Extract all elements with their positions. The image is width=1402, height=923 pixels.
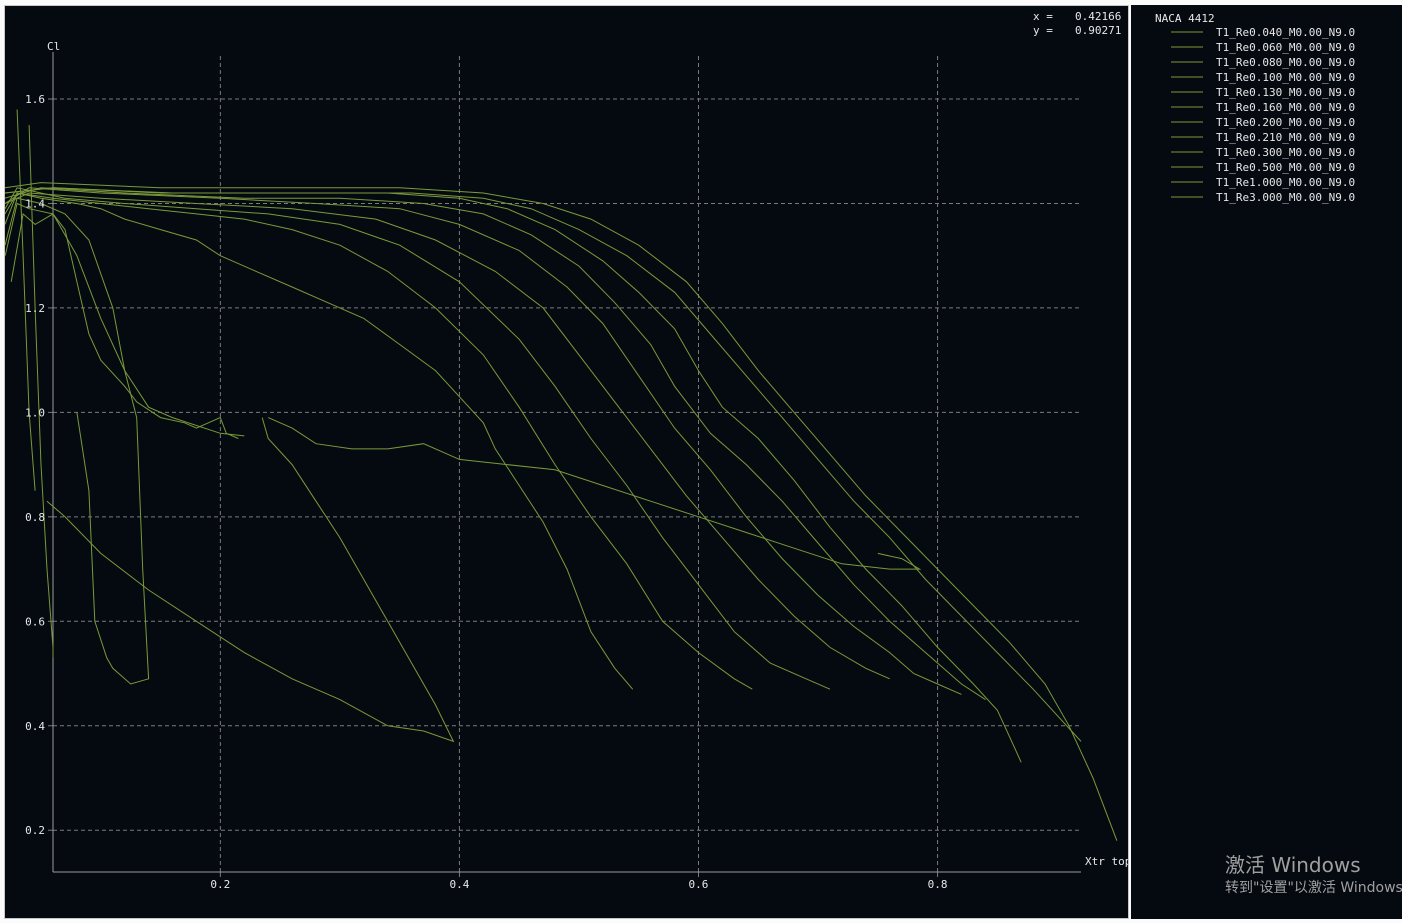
cursor-x-value: 0.42166 — [1075, 10, 1121, 23]
plot-panel[interactable]: 0.2 0.4 0.6 0.8 0.2 0.4 0.6 0.8 1.0 1.2 1.4 1.6 Cl Xt… — [4, 5, 1129, 919]
cursor-y-label: y = — [1033, 24, 1053, 37]
x-tick-label: 0.2 — [210, 878, 230, 891]
cursor-x-label: x = — [1033, 10, 1053, 23]
watermark-line1: 激活 Windows — [1225, 853, 1361, 877]
y-tick-label: 1.4 — [25, 197, 45, 210]
polar-curve — [46, 417, 455, 743]
legend-entry-label: T1_Re0.080_M0.00_N9.0 — [1216, 56, 1355, 69]
polar-curve — [5, 187, 1022, 763]
legend-entry-label: T1_Re3.000_M0.00_N9.0 — [1216, 191, 1355, 204]
x-axis-label: Xtr top — [1085, 855, 1129, 868]
polar-curve — [5, 197, 150, 685]
legend-entry-label: T1_Re0.160_M0.00_N9.0 — [1216, 101, 1355, 114]
polar-curve — [5, 202, 245, 437]
legend-title: NACA 4412 — [1155, 12, 1215, 25]
chart[interactable]: 0.2 0.4 0.6 0.8 0.2 0.4 0.6 0.8 1.0 1.2 1.4 1.6 Cl Xt… — [5, 6, 1129, 919]
axes-layer — [48, 52, 1081, 877]
activation-watermark: 激活 Windows 转到"设置"以激活 Windows。 — [1225, 852, 1402, 898]
polar-curve — [10, 212, 239, 439]
legend-entry-label: T1_Re0.040_M0.00_N9.0 — [1216, 26, 1355, 39]
y-tick-label: 0.6 — [25, 615, 45, 628]
cursor-readout: x = 0.42166 y = 0.90271 — [1033, 10, 1121, 37]
polar-curve — [5, 192, 634, 690]
curve-layer — [5, 109, 1118, 841]
legend-entry-label: T1_Re1.000_M0.00_N9.0 — [1216, 176, 1355, 189]
legend-entry-label: T1_Re0.210_M0.00_N9.0 — [1216, 131, 1355, 144]
polar-curve — [5, 187, 986, 701]
x-tick-label: 0.4 — [449, 878, 469, 891]
x-tick-label: 0.8 — [928, 878, 948, 891]
legend-entries: T1_Re0.040_M0.00_N9.0 T1_Re0.060_M0.00_N9… — [1171, 26, 1355, 204]
label-layer: 0.2 0.4 0.6 0.8 0.2 0.4 0.6 0.8 1.0 1.2 1.4 1.6 Cl Xt… — [25, 40, 1129, 891]
polar-curve — [16, 109, 36, 491]
legend: NACA 4412 T1_Re0.040_M0.00_N9.0 T1_Re0.06… — [1155, 12, 1355, 204]
y-tick-label: 0.8 — [25, 511, 45, 524]
polar-curve — [5, 187, 831, 690]
polar-curve — [5, 192, 753, 690]
cursor-y-value: 0.90271 — [1075, 24, 1121, 37]
polar-curve — [5, 187, 962, 695]
x-tick-label: 0.6 — [689, 878, 709, 891]
y-tick-label: 0.4 — [25, 720, 45, 733]
y-tick-label: 0.2 — [25, 824, 45, 837]
legend-panel: NACA 4412 T1_Re0.040_M0.00_N9.0 T1_Re0.06… — [1131, 5, 1402, 919]
y-tick-label: 1.2 — [25, 302, 45, 315]
legend-entry-label: T1_Re0.100_M0.00_N9.0 — [1216, 71, 1355, 84]
y-tick-label: 1.0 — [25, 406, 45, 419]
polar-curve — [5, 182, 1118, 841]
legend-entry-label: T1_Re0.500_M0.00_N9.0 — [1216, 161, 1355, 174]
legend-entry-label: T1_Re0.130_M0.00_N9.0 — [1216, 86, 1355, 99]
legend-entry-label: T1_Re0.300_M0.00_N9.0 — [1216, 146, 1355, 159]
y-tick-label: 1.6 — [25, 93, 45, 106]
polar-curve — [5, 187, 1082, 742]
y-axis-label: Cl — [47, 40, 60, 53]
legend-entry-label: T1_Re0.200_M0.00_N9.0 — [1216, 116, 1355, 129]
watermark-line2: 转到"设置"以激活 Windows。 — [1225, 880, 1402, 896]
polar-curve — [267, 417, 922, 570]
grid-layer — [53, 56, 1081, 872]
legend-entry-label: T1_Re0.060_M0.00_N9.0 — [1216, 41, 1355, 54]
